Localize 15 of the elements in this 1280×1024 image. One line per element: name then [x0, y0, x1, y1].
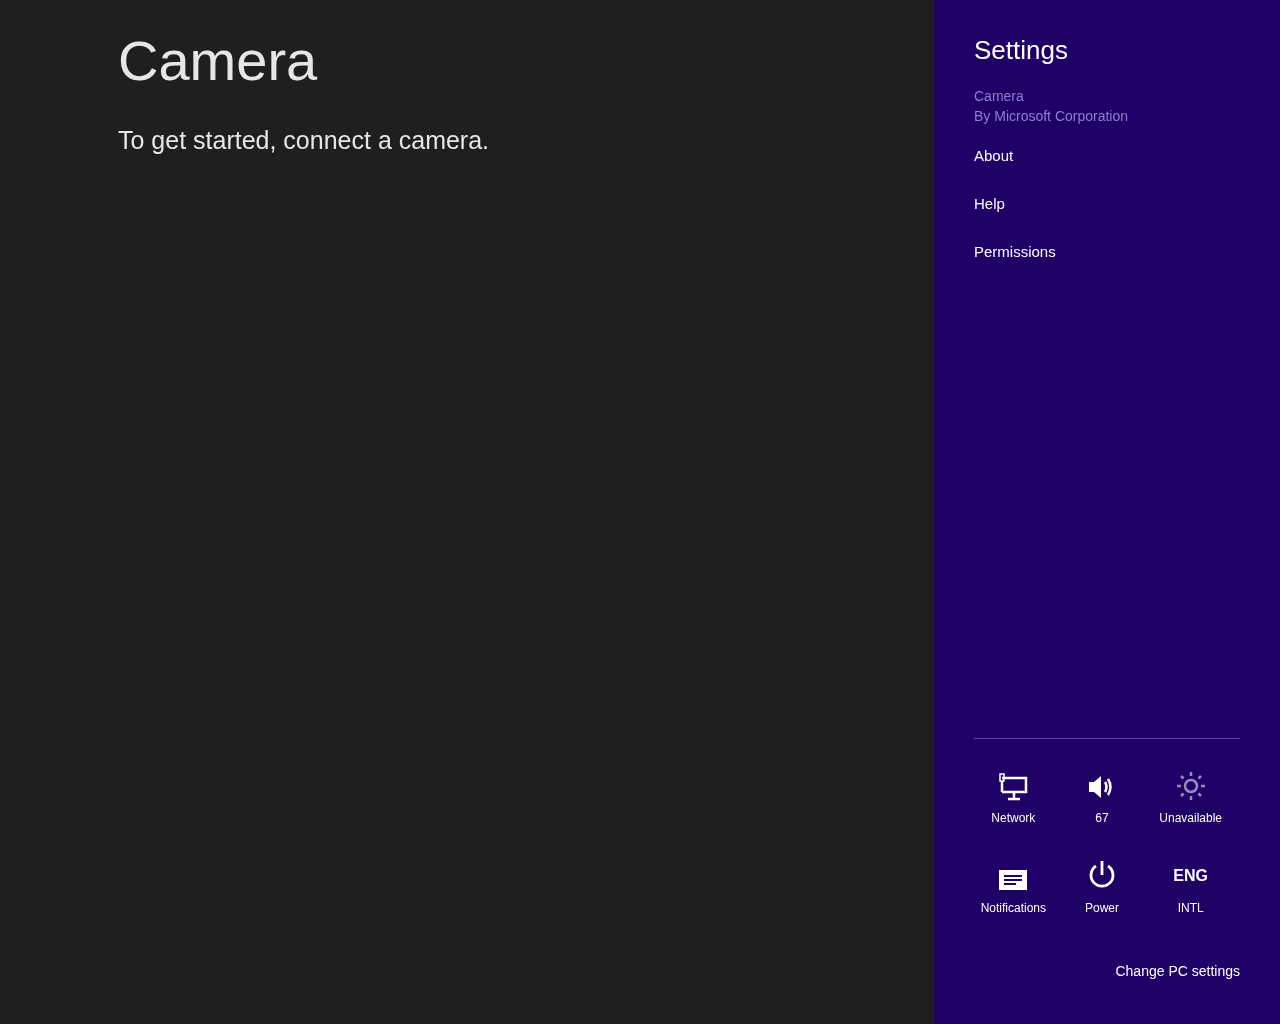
settings-menu-item[interactable]: About [974, 146, 1014, 166]
network-tile[interactable]: Network [969, 767, 1058, 827]
language-code: ENG [1173, 866, 1208, 886]
status-message: To get started, connect a camera. [118, 125, 490, 156]
publisher-name: By Microsoft Corporation [974, 107, 1129, 126]
app-name: Camera [974, 87, 1024, 106]
power-tile[interactable]: Power [1057, 857, 1147, 917]
volume-tile[interactable]: 67 [1057, 767, 1147, 827]
settings-menu-item[interactable]: Help [974, 194, 1005, 214]
language-tile[interactable]: ENG INTL [1146, 857, 1235, 917]
notifications-tile[interactable]: Notifications [969, 857, 1058, 917]
change-pc-settings-link[interactable]: Change PC settings [1115, 961, 1240, 982]
app-title: Camera [118, 28, 318, 94]
settings-menu-item[interactable]: Permissions [974, 242, 1056, 262]
pane-title: Settings [974, 34, 1068, 67]
